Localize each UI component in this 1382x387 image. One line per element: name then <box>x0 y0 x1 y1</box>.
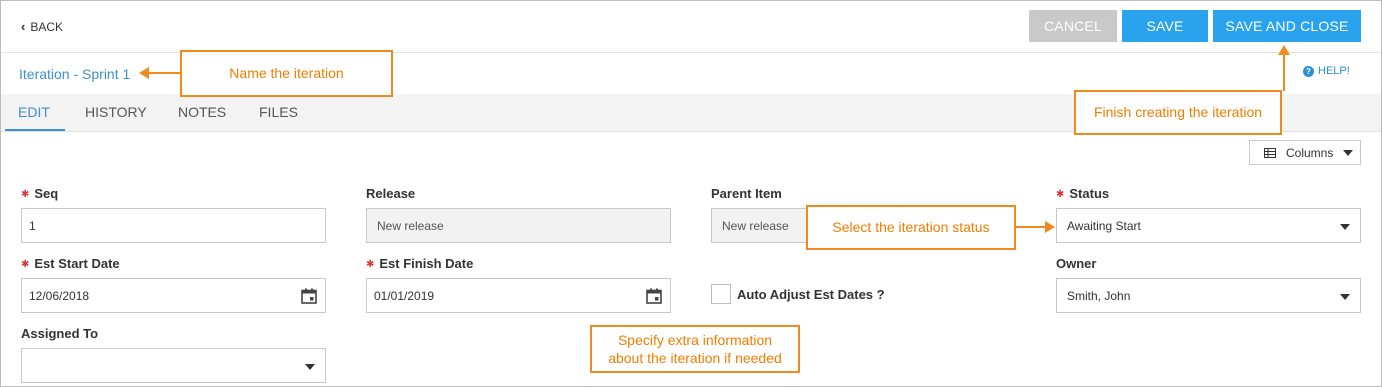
help-label: HELP! <box>1318 65 1350 77</box>
table-icon <box>1264 147 1276 158</box>
tab-edit[interactable]: EDIT <box>18 104 50 120</box>
columns-button[interactable]: Columns <box>1249 140 1361 165</box>
caret-down-icon <box>1343 149 1354 156</box>
status-label: ✱ Status <box>1056 186 1110 201</box>
callout-arrow <box>1283 53 1285 91</box>
est-finish-date-label: ✱ Est Finish Date <box>366 256 474 271</box>
arrow-head-icon <box>1045 221 1055 233</box>
cancel-button[interactable]: CANCEL <box>1029 10 1117 42</box>
required-icon: ✱ <box>1056 189 1065 200</box>
required-icon: ✱ <box>21 259 30 270</box>
est-start-date-label: ✱ Est Start Date <box>21 256 120 271</box>
callout-finish: Finish creating the iteration <box>1074 90 1282 135</box>
chevron-left-icon: ‹ <box>21 19 26 34</box>
auto-adjust-checkbox[interactable] <box>711 284 731 304</box>
arrow-head-icon <box>139 67 149 79</box>
caret-down-icon <box>1340 294 1350 300</box>
save-and-close-button[interactable]: SAVE AND CLOSE <box>1213 10 1361 42</box>
est-finish-date-field[interactable]: 01/01/2019 <box>366 278 671 313</box>
callout-extra-line1: Specify extra information <box>617 331 773 348</box>
callout-extra-info: Specify extra information about the iter… <box>590 325 800 373</box>
calendar-icon[interactable] <box>646 288 662 304</box>
columns-label: Columns <box>1286 145 1334 160</box>
question-icon: ? <box>1303 65 1314 77</box>
seq-label: ✱ Seq <box>21 186 59 201</box>
help-link[interactable]: ? HELP! <box>1303 65 1350 77</box>
callout-arrow <box>146 72 181 74</box>
owner-select[interactable]: Smith, John <box>1056 278 1361 313</box>
callout-extra-line2: about the iteration if needed <box>608 350 782 366</box>
callout-arrow <box>1016 226 1046 228</box>
page-title[interactable]: Iteration - Sprint 1 <box>19 66 130 82</box>
active-tab-indicator <box>5 129 65 131</box>
tab-notes[interactable]: NOTES <box>178 104 226 120</box>
tab-files[interactable]: FILES <box>259 104 298 120</box>
parent-item-label: Parent Item <box>711 186 782 201</box>
required-icon: ✱ <box>366 259 375 270</box>
status-select[interactable]: Awaiting Start <box>1056 208 1361 243</box>
callout-name-iteration: Name the iteration <box>180 50 393 97</box>
arrow-head-icon <box>1278 45 1290 55</box>
caret-down-icon <box>1340 224 1350 230</box>
callout-status: Select the iteration status <box>806 205 1016 250</box>
owner-label: Owner <box>1056 256 1097 271</box>
auto-adjust-label: Auto Adjust Est Dates ? <box>737 287 885 302</box>
back-label: BACK <box>30 19 64 34</box>
assigned-to-label: Assigned To <box>21 326 99 341</box>
release-label: Release <box>366 186 416 201</box>
tab-history[interactable]: HISTORY <box>85 104 147 120</box>
release-field: New release <box>366 208 671 243</box>
calendar-icon[interactable] <box>301 288 317 304</box>
caret-down-icon <box>305 364 315 370</box>
assigned-to-select[interactable] <box>21 348 326 383</box>
required-icon: ✱ <box>21 189 30 200</box>
back-button[interactable]: ‹ BACK <box>21 19 63 34</box>
seq-field[interactable]: 1 <box>21 208 326 243</box>
save-button[interactable]: SAVE <box>1122 10 1208 42</box>
est-start-date-field[interactable]: 12/06/2018 <box>21 278 326 313</box>
